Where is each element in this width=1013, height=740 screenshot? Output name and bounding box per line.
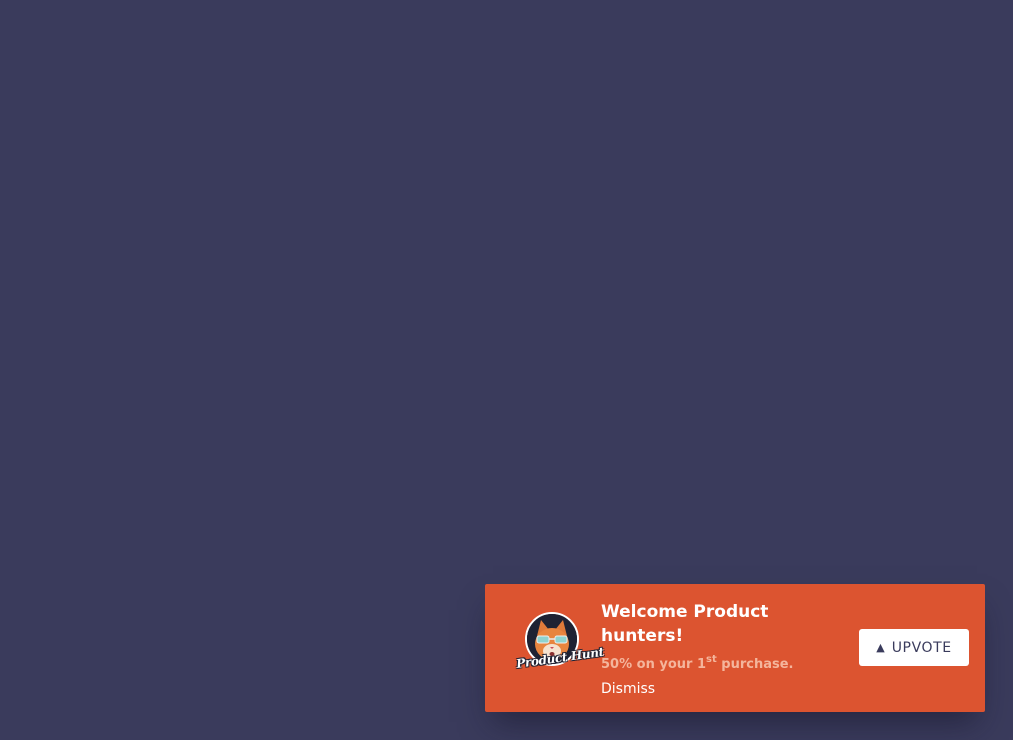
promo-offer: 50% on your 1st purchase. <box>601 650 831 675</box>
triangle-up-icon: ▲ <box>876 641 885 654</box>
promo-title: Welcome Product hunters! <box>601 602 769 646</box>
offer-text-prefix: 50% on your 1 <box>601 657 706 672</box>
product-hunt-promo-banner: Product Hunt Welcome Product hunters! 50… <box>485 584 985 712</box>
offer-ordinal-suffix: st <box>706 654 717 665</box>
page-background: Product Hunt Welcome Product hunters! 50… <box>0 0 1013 740</box>
offer-text-suffix: purchase. <box>716 657 794 672</box>
product-hunt-logo: Product Hunt <box>515 612 605 682</box>
dismiss-link[interactable]: Dismiss <box>601 679 655 699</box>
upvote-label: UPVOTE <box>891 639 952 656</box>
promo-text-block: Welcome Product hunters! 50% on your 1st… <box>601 600 831 699</box>
upvote-button[interactable]: ▲ UPVOTE <box>859 629 969 666</box>
